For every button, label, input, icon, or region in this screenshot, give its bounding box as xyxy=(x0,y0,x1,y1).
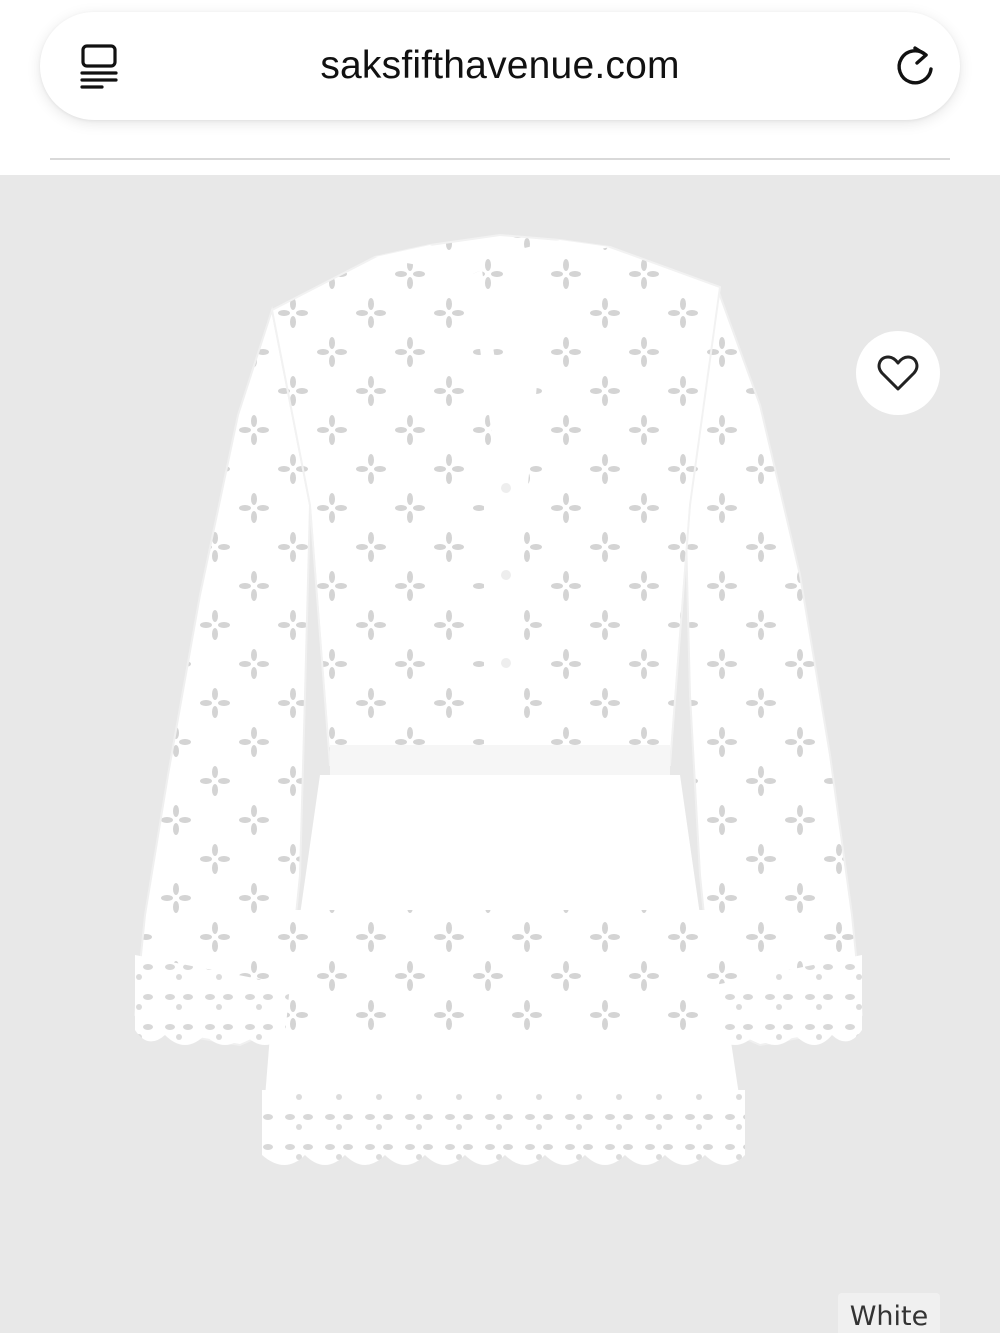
wishlist-button[interactable] xyxy=(856,331,940,415)
reader-mode-button[interactable] xyxy=(76,42,122,90)
product-image[interactable] xyxy=(0,175,1000,1333)
address-bar[interactable]: saksfifthavenue.com xyxy=(40,12,960,120)
heart-icon xyxy=(877,355,919,391)
reload-icon xyxy=(897,46,933,85)
dress-illustration xyxy=(133,233,864,1165)
url-text[interactable]: saksfifthavenue.com xyxy=(320,44,679,88)
reload-button[interactable] xyxy=(892,42,938,90)
reader-mode-icon xyxy=(80,44,118,89)
header-divider xyxy=(50,158,950,160)
product-page: saksfifthavenue.com White xyxy=(0,0,1000,1333)
color-label: White xyxy=(838,1293,940,1333)
